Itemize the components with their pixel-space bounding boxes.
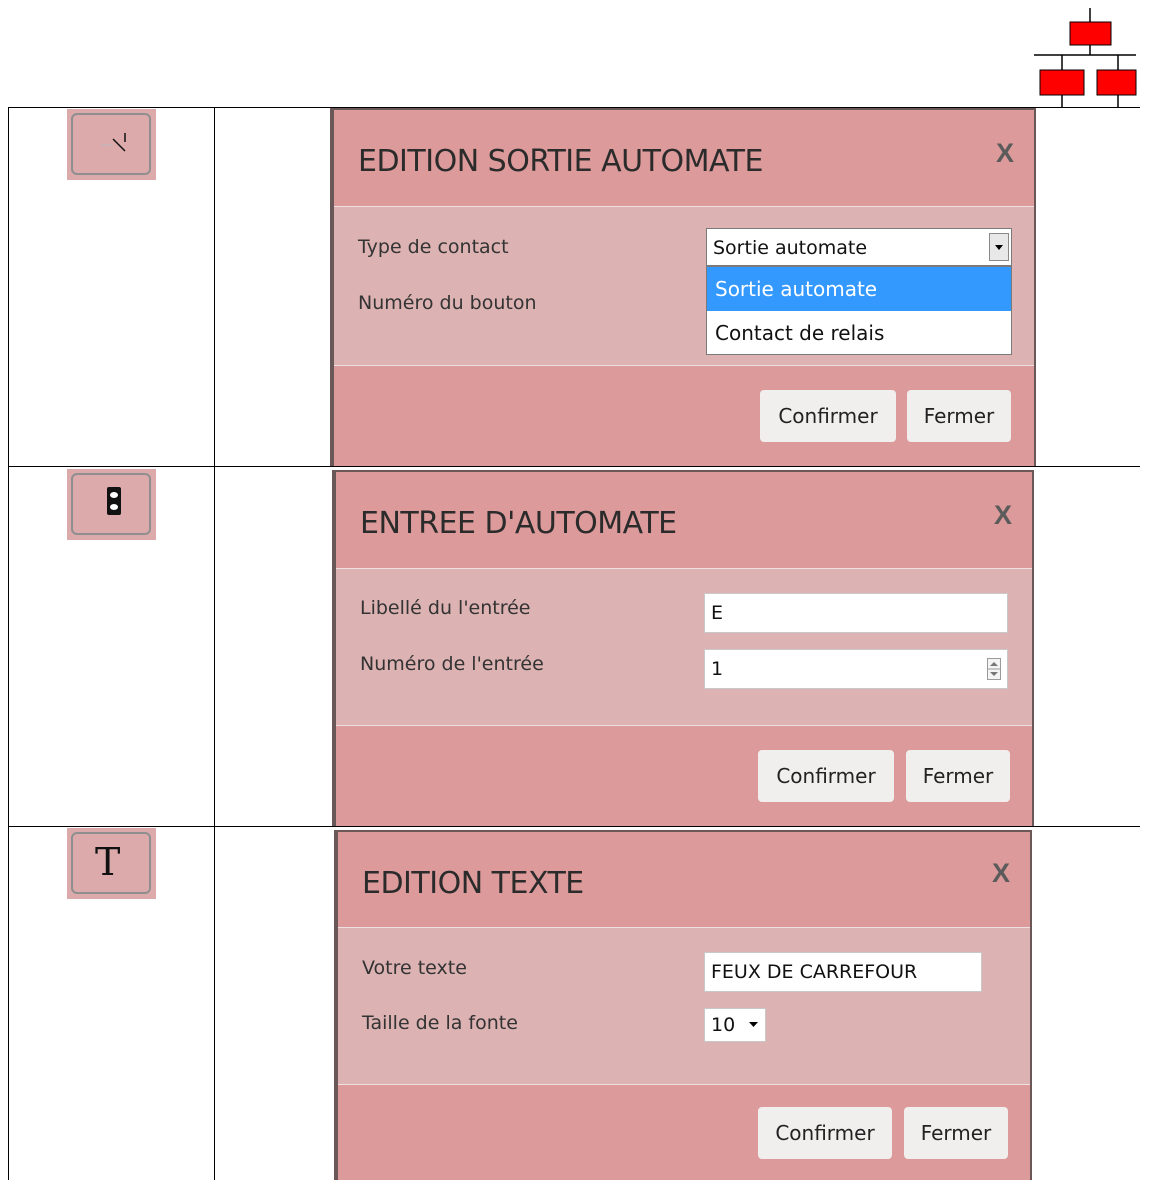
close-button[interactable]: Fermer	[907, 390, 1011, 442]
input-number-field[interactable]: 1	[704, 649, 1008, 689]
input-number-value: 1	[711, 658, 724, 680]
spinner-icon[interactable]	[987, 658, 1001, 680]
dropdown-option-output[interactable]: Sortie automate	[707, 267, 1011, 311]
close-icon[interactable]: X	[996, 138, 1014, 169]
grafcet-logo-icon	[1034, 8, 1137, 107]
confirm-button[interactable]: Confirmer	[760, 390, 896, 442]
contact-type-dropdown: Sortie automate Contact de relais	[706, 266, 1012, 355]
tool-text-button[interactable]: T	[67, 828, 156, 899]
font-size-select[interactable]: 10	[704, 1008, 766, 1042]
input-number-label: Numéro de l'entrée	[360, 653, 544, 675]
font-size-value: 10	[711, 1014, 736, 1036]
dialog-header: ENTREE D'AUTOMATE X	[336, 472, 1032, 568]
text-input[interactable]: FEUX DE CARREFOUR	[704, 952, 982, 992]
dialog-body: Votre texte Taille de la fonte FEUX DE C…	[338, 927, 1030, 1085]
confirm-button[interactable]: Confirmer	[758, 750, 894, 802]
font-size-label: Taille de la fonte	[362, 1012, 518, 1034]
dialog-edit-text: EDITION TEXTE X Votre texte Taille de la…	[334, 830, 1032, 1180]
confirm-button[interactable]: Confirmer	[758, 1107, 892, 1159]
text-tool-icon: T	[95, 840, 121, 884]
chevron-down-icon[interactable]	[989, 233, 1009, 261]
input-label-field[interactable]: E	[704, 593, 1008, 633]
text-label: Votre texte	[362, 957, 467, 979]
dropdown-option-relay[interactable]: Contact de relais	[707, 311, 1011, 355]
tool-plc-input-button[interactable]	[67, 469, 156, 540]
table-column-divider	[214, 107, 215, 1180]
tool-output-contact-button[interactable]	[67, 109, 156, 180]
dialog-header: EDITION TEXTE X	[338, 832, 1030, 928]
input-label-label: Libellé du l'entrée	[360, 597, 531, 619]
dialog-header: EDITION SORTIE AUTOMATE X	[334, 110, 1034, 206]
contact-type-label: Type de contact	[358, 236, 509, 258]
plc-input-icon	[107, 487, 121, 515]
switch-contact-icon	[101, 133, 126, 152]
dialog-plc-input: ENTREE D'AUTOMATE X Libellé du l'entrée …	[332, 470, 1034, 826]
chevron-down-icon	[749, 1022, 758, 1027]
contact-type-select[interactable]: Sortie automate	[706, 228, 1012, 266]
table-row-divider	[8, 466, 1140, 467]
button-number-label: Numéro du bouton	[358, 292, 537, 314]
dialog-title: EDITION TEXTE	[362, 866, 584, 901]
close-button[interactable]: Fermer	[904, 1107, 1008, 1159]
dialog-title: EDITION SORTIE AUTOMATE	[358, 144, 763, 179]
close-icon[interactable]: X	[994, 500, 1012, 531]
dialog-title: ENTREE D'AUTOMATE	[360, 506, 677, 541]
close-icon[interactable]: X	[992, 858, 1010, 889]
table-row-divider	[8, 826, 1140, 827]
dialog-body: Libellé du l'entrée Numéro de l'entrée E…	[336, 568, 1032, 726]
close-button[interactable]: Fermer	[906, 750, 1010, 802]
contact-type-select-value: Sortie automate	[713, 237, 868, 259]
table-border-left	[8, 107, 9, 1180]
